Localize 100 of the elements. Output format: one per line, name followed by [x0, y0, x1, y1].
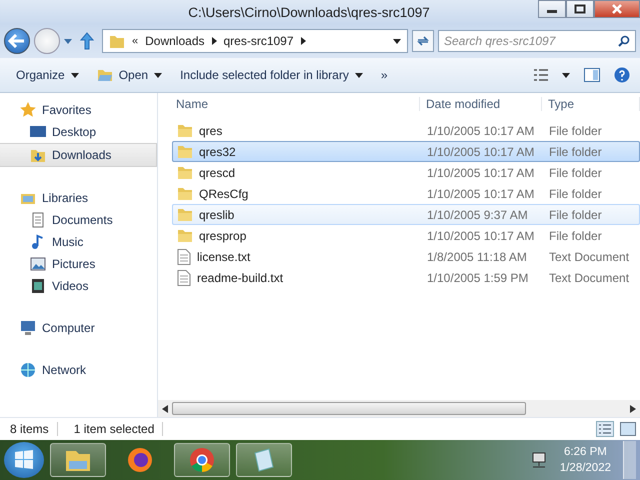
explorer-taskbar-button[interactable]: [50, 443, 106, 477]
column-header[interactable]: Name: [158, 97, 420, 111]
horizontal-scrollbar[interactable]: [158, 400, 640, 417]
sidebar-item[interactable]: Desktop: [0, 121, 157, 143]
caret-icon: [354, 72, 363, 78]
file-name: QResCfg: [199, 186, 248, 200]
item-count: 8 items: [0, 422, 58, 436]
star-icon: [20, 102, 36, 118]
file-row[interactable]: qreslib 1/10/2005 9:37 AM File folder: [172, 204, 640, 225]
windows-logo-icon: [13, 449, 35, 471]
close-button[interactable]: [594, 0, 640, 18]
column-header[interactable]: Date modified: [420, 97, 542, 111]
scroll-left-icon[interactable]: [162, 404, 168, 412]
file-date: 1/10/2005 9:37 AM: [426, 208, 529, 222]
sidebar-group[interactable]: Network: [0, 359, 157, 381]
file-type: File folder: [548, 144, 603, 158]
network-icon: [20, 362, 36, 378]
documents-icon: [30, 212, 46, 228]
file-row[interactable]: license.txt 1/8/2005 11:18 AM Text Document: [172, 246, 640, 267]
document-icon: [177, 248, 191, 264]
file-type: File folder: [548, 208, 603, 222]
breadcrumb-overflow[interactable]: «: [132, 35, 138, 47]
file-type: File folder: [548, 228, 603, 242]
more-button[interactable]: »: [374, 65, 394, 85]
close-icon: [611, 4, 623, 14]
toolbar-button[interactable]: Open: [90, 65, 168, 85]
sidebar-group[interactable]: Favorites: [0, 99, 157, 121]
caret-icon[interactable]: [562, 72, 570, 78]
window-title: C:\Users\Cirno\Downloads\qres-src1097: [187, 4, 431, 20]
folder-icon: [96, 68, 113, 82]
file-name: readme-build.txt: [197, 270, 284, 284]
details-view-icon[interactable]: [596, 421, 614, 437]
network-icon[interactable]: [530, 451, 548, 469]
view-options-icon[interactable]: [534, 69, 548, 81]
file-date: 1/8/2005 11:18 AM: [426, 250, 528, 264]
preview-pane-icon[interactable]: [584, 68, 600, 82]
file-name: qresprop: [199, 228, 246, 242]
chrome-icon: [187, 445, 217, 475]
toolbar-button[interactable]: Organize: [10, 65, 85, 85]
music-icon: [30, 234, 46, 250]
file-date: 1/10/2005 10:17 AM: [426, 166, 536, 180]
file-type: Text Document: [548, 250, 630, 264]
firefox-icon: [125, 445, 155, 475]
sidebar-item[interactable]: Documents: [0, 209, 157, 231]
selection-count: 1 item selected: [64, 422, 164, 436]
back-button[interactable]: [4, 28, 30, 54]
column-header[interactable]: Type: [542, 97, 640, 111]
search-field[interactable]: Search qres-src1097: [438, 30, 636, 52]
file-name: qres32: [199, 144, 236, 158]
file-date: 1/10/2005 1:59 PM: [426, 270, 530, 284]
folder-icon: [177, 228, 193, 242]
minimize-button[interactable]: [538, 0, 566, 18]
folder-icon: [177, 166, 193, 180]
maximize-button[interactable]: [566, 0, 594, 18]
chrome-taskbar-button[interactable]: [174, 443, 230, 477]
computer-icon: [20, 320, 36, 336]
file-date: 1/10/2005 10:17 AM: [426, 228, 536, 242]
file-row[interactable]: qrescd 1/10/2005 10:17 AM File folder: [172, 162, 640, 183]
sidebar-item[interactable]: Videos: [0, 275, 157, 297]
file-row[interactable]: qres 1/10/2005 10:17 AM File folder: [172, 120, 640, 141]
file-row[interactable]: readme-build.txt 1/10/2005 1:59 PM Text Document: [172, 267, 640, 288]
notepad-taskbar-button[interactable]: [236, 443, 292, 477]
desktop-icon: [30, 124, 46, 140]
folder-icon: [109, 33, 125, 49]
start-button[interactable]: [4, 442, 44, 478]
file-date: 1/10/2005 10:17 AM: [426, 124, 536, 138]
address-bar[interactable]: « Downloads qres-src1097: [102, 29, 408, 53]
large-icons-view-icon[interactable]: [620, 422, 636, 436]
back-arrow-icon: [8, 34, 26, 48]
breadcrumb-item[interactable]: Downloads: [145, 34, 204, 48]
file-type: File folder: [548, 166, 603, 180]
file-row[interactable]: qres32 1/10/2005 10:17 AM File folder: [172, 141, 640, 162]
chevron-icon[interactable]: [212, 37, 216, 45]
chevron-icon[interactable]: [300, 37, 306, 45]
refresh-icon: [416, 34, 430, 48]
sidebar-item[interactable]: Music: [0, 231, 157, 253]
breadcrumb-item[interactable]: qres-src1097: [224, 34, 294, 48]
maximize-icon: [574, 4, 586, 14]
sidebar-item[interactable]: Downloads: [0, 143, 157, 167]
help-icon[interactable]: [614, 67, 630, 83]
caret-icon: [154, 72, 162, 78]
toolbar-button[interactable]: Include selected folder in library: [174, 65, 369, 85]
up-arrow-icon[interactable]: [80, 32, 94, 50]
scroll-right-icon[interactable]: [630, 404, 636, 412]
sidebar-group[interactable]: Libraries: [0, 187, 157, 209]
sidebar-group[interactable]: Computer: [0, 317, 157, 339]
search-icon[interactable]: [618, 35, 630, 47]
sidebar-item[interactable]: Pictures: [0, 253, 157, 275]
file-row[interactable]: qresprop 1/10/2005 10:17 AM File folder: [172, 225, 640, 246]
downloads-icon: [30, 147, 46, 163]
file-name: qrescd: [199, 166, 236, 180]
file-name: license.txt: [197, 250, 250, 264]
folder-icon: [177, 186, 193, 200]
dropdown-icon[interactable]: [393, 38, 401, 44]
file-type: File folder: [548, 186, 603, 200]
pictures-icon: [30, 256, 46, 272]
file-type: Text Document: [548, 270, 630, 284]
file-row[interactable]: QResCfg 1/10/2005 10:17 AM File folder: [172, 183, 640, 204]
file-date: 1/10/2005 10:17 AM: [426, 186, 536, 200]
refresh-button[interactable]: [412, 30, 434, 52]
